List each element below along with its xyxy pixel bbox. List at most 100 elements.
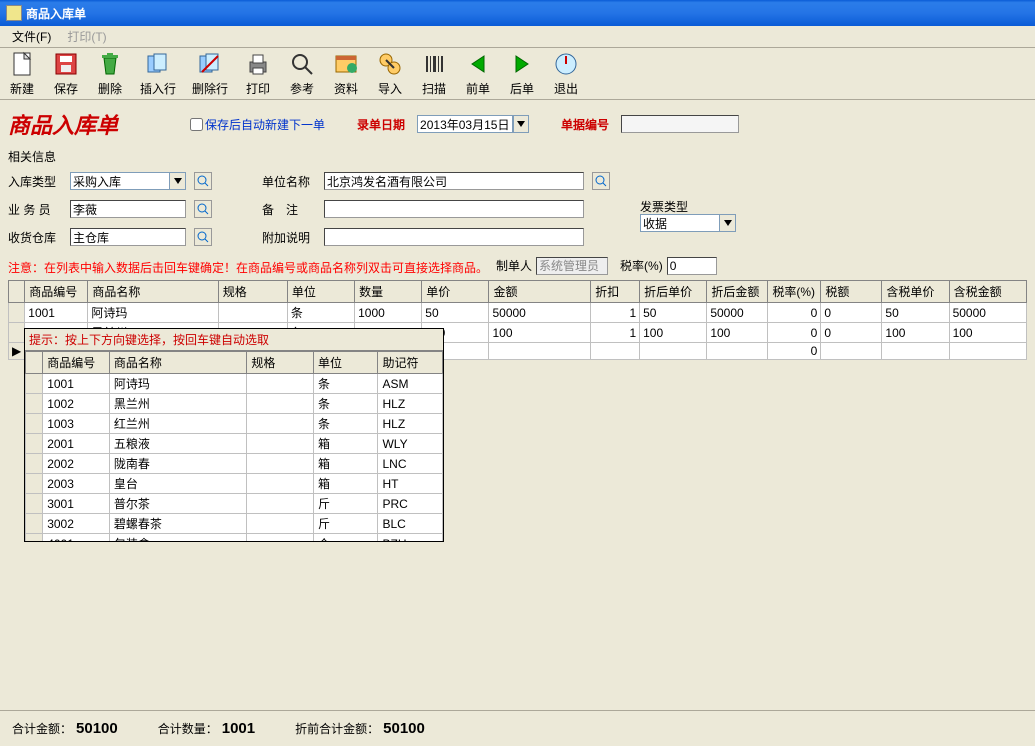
grid-header[interactable]: 折扣: [591, 281, 640, 303]
grid-header[interactable]: 折后金额: [707, 281, 768, 303]
grid-header[interactable]: 单位: [287, 281, 354, 303]
ref-icon: [288, 50, 316, 78]
exit-icon: [552, 50, 580, 78]
autonew-label: 保存后自动新建下一单: [205, 116, 325, 133]
popup-row[interactable]: 3002碧螺春茶斤BLC: [26, 514, 443, 534]
popup-row[interactable]: 4001包装盒个BZH: [26, 534, 443, 542]
chevron-down-icon: [517, 121, 525, 127]
section-label: 相关信息: [8, 148, 1027, 165]
total-amount-label: 合计金额：: [12, 722, 72, 736]
grid-header[interactable]: 含税单价: [882, 281, 949, 303]
popup-row[interactable]: 1003红兰州条HLZ: [26, 414, 443, 434]
toolbar-new[interactable]: 新建: [4, 48, 40, 99]
unit-label: 单位名称: [262, 173, 318, 190]
new-icon: [8, 50, 36, 78]
popup-header[interactable]: 规格: [247, 352, 314, 374]
titlebar: 商品入库单: [0, 0, 1035, 26]
extra-label: 附加说明: [262, 229, 318, 246]
deleterow-icon: [196, 50, 224, 78]
remark-input[interactable]: [324, 200, 584, 218]
date-input[interactable]: [417, 115, 513, 133]
popup-hint: 提示：按上下方向键选择，按回车键自动选取: [25, 329, 443, 351]
toolbar-material[interactable]: 资料: [328, 48, 364, 99]
grid-header[interactable]: 金额: [489, 281, 591, 303]
toolbar-insertrow[interactable]: 插入行: [136, 48, 180, 99]
total-qty-value: 1001: [222, 720, 255, 737]
toolbar-deleterow[interactable]: 删除行: [188, 48, 232, 99]
toolbar-exit[interactable]: 退出: [548, 48, 584, 99]
menu-file[interactable]: 文件(F): [4, 26, 59, 47]
staff-search-button[interactable]: [194, 200, 212, 218]
unit-input[interactable]: [324, 172, 584, 190]
popup-header[interactable]: 单位: [314, 352, 378, 374]
grid-header[interactable]: 商品名称: [88, 281, 218, 303]
total-amount-value: 50100: [76, 720, 118, 737]
menu-print[interactable]: 打印(T): [59, 26, 114, 47]
docno-label: 单据编号: [561, 116, 609, 133]
chevron-down-icon: [724, 220, 732, 226]
warehouse-search-button[interactable]: [194, 228, 212, 246]
date-label: 录单日期: [357, 116, 405, 133]
invoice-input[interactable]: [640, 214, 720, 232]
grid-header[interactable]: 税率(%): [768, 281, 821, 303]
search-icon: [197, 231, 209, 243]
grid-header[interactable]: 商品编号: [25, 281, 88, 303]
grid-header[interactable]: 规格: [218, 281, 287, 303]
total-qty-label: 合计数量：: [158, 722, 218, 736]
popup-row[interactable]: 1001阿诗玛条ASM: [26, 374, 443, 394]
staff-input[interactable]: [70, 200, 186, 218]
grid-header-row: 商品编号 商品名称 规格 单位 数量 单价 金额 折扣 折后单价 折后金额 税率…: [9, 281, 1027, 303]
window-title: 商品入库单: [26, 5, 86, 22]
popup-row[interactable]: 2003皇台箱HT: [26, 474, 443, 494]
remark-label: 备 注: [262, 201, 318, 218]
taxrate-input[interactable]: [667, 257, 717, 275]
date-dropdown-button[interactable]: [513, 115, 529, 133]
toolbar-print[interactable]: 打印: [240, 48, 276, 99]
popup-row[interactable]: 2002陇南春箱LNC: [26, 454, 443, 474]
taxrate-label: 税率(%): [620, 257, 663, 274]
statusbar: 合计金额： 50100 合计数量： 1001 折前合计金额： 50100: [0, 710, 1035, 746]
grid-header[interactable]: 数量: [355, 281, 422, 303]
insertrow-icon: [144, 50, 172, 78]
hint-text: 注意：在列表中输入数据后击回车键确定！在商品编号或商品名称列双击可直接选择商品。: [8, 259, 488, 276]
material-icon: [332, 50, 360, 78]
unit-search-button[interactable]: [592, 172, 610, 190]
toolbar-save[interactable]: 保存: [48, 48, 84, 99]
maker-label: 制单人: [496, 257, 532, 274]
popup-row[interactable]: 2001五粮液箱WLY: [26, 434, 443, 454]
popup-header[interactable]: 商品名称: [109, 352, 247, 374]
popup-header[interactable]: 助记符: [378, 352, 443, 374]
toolbar-prev[interactable]: 前单: [460, 48, 496, 99]
delete-icon: [96, 50, 124, 78]
toolbar-import[interactable]: 导入: [372, 48, 408, 99]
toolbar-ref[interactable]: 参考: [284, 48, 320, 99]
grid-header[interactable]: 税额: [821, 281, 882, 303]
pre-amount-value: 50100: [383, 720, 425, 737]
popup-row[interactable]: 1002黑兰州条HLZ: [26, 394, 443, 414]
invoice-dropdown-button[interactable]: [720, 214, 736, 232]
content-area: 商品入库单 保存后自动新建下一单 录单日期 单据编号 相关信息 入库类型 业: [0, 100, 1035, 364]
maker-input: [536, 257, 608, 275]
type-dropdown-button[interactable]: [170, 172, 186, 190]
popup-row[interactable]: 3001普尔茶斤PRC: [26, 494, 443, 514]
toolbar: 新建 保存 删除 插入行 删除行 打印 参考 资料 导入 扫描 前单: [0, 48, 1035, 100]
popup-header[interactable]: 商品编号: [43, 352, 110, 374]
autonew-checkbox[interactable]: [190, 118, 203, 131]
app-icon: [6, 5, 22, 21]
grid-header[interactable]: 单价: [422, 281, 489, 303]
type-input[interactable]: [70, 172, 170, 190]
grid-header[interactable]: 折后单价: [640, 281, 707, 303]
toolbar-delete[interactable]: 删除: [92, 48, 128, 99]
grid-header[interactable]: 含税金额: [949, 281, 1026, 303]
toolbar-scan[interactable]: 扫描: [416, 48, 452, 99]
docno-input[interactable]: [621, 115, 739, 133]
warehouse-input[interactable]: [70, 228, 186, 246]
toolbar-next[interactable]: 后单: [504, 48, 540, 99]
search-icon: [197, 175, 209, 187]
staff-label: 业 务 员: [8, 201, 64, 218]
type-search-button[interactable]: [194, 172, 212, 190]
table-row[interactable]: 1001阿诗玛条 10005050000 15050000 005050000: [9, 303, 1027, 323]
type-label: 入库类型: [8, 173, 64, 190]
extra-input[interactable]: [324, 228, 584, 246]
pre-amount-label: 折前合计金额：: [295, 722, 379, 736]
